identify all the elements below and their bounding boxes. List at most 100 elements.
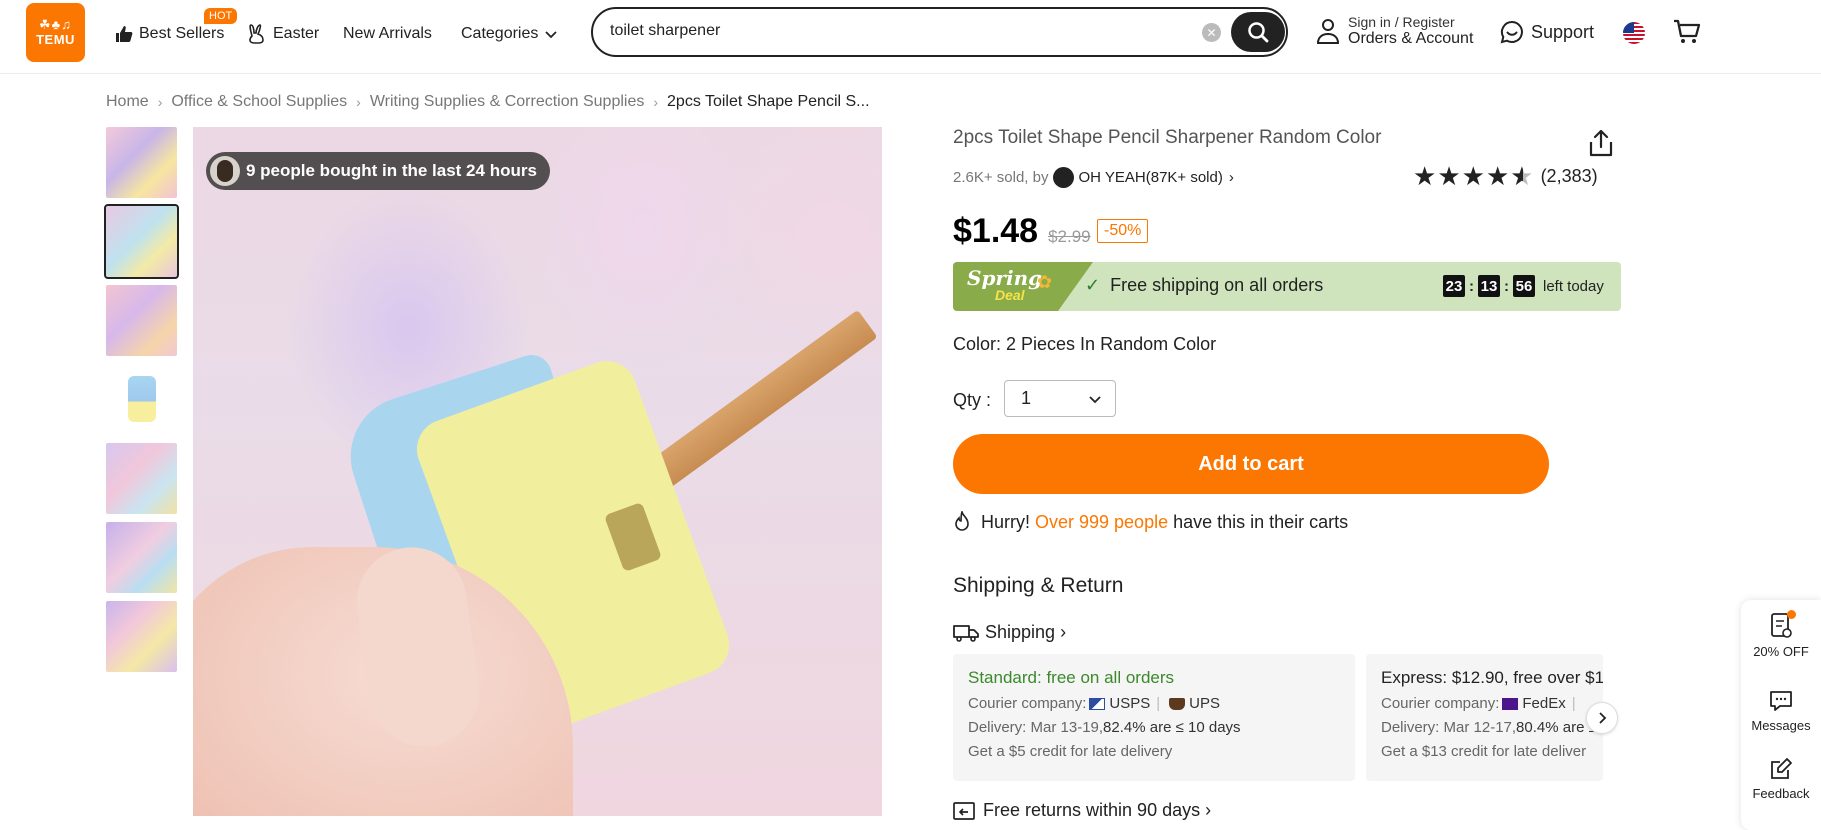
courier-row: Courier company: USPS | UPS bbox=[968, 695, 1220, 712]
messages-label: Messages bbox=[1751, 718, 1811, 733]
spring-deal-banner: Spring Deal ✿ ✓ Free shipping on all ord… bbox=[953, 262, 1621, 311]
product-thumbnail[interactable] bbox=[106, 285, 177, 356]
thumbs-up-icon bbox=[116, 26, 133, 42]
nav-easter[interactable]: Easter bbox=[246, 22, 319, 46]
delivery-dates: Delivery: Mar 12-17, bbox=[1381, 719, 1517, 736]
carrier-fedex: FedEx bbox=[1522, 695, 1566, 712]
breadcrumb-item[interactable]: Writing Supplies & Correction Supplies bbox=[370, 93, 645, 111]
nav-best-sellers[interactable]: Best Sellers bbox=[114, 22, 224, 46]
search-bar: toilet sharpener ✕ bbox=[591, 7, 1288, 57]
spring-deal-title: Spring bbox=[967, 266, 1043, 290]
hot-badge: HOT bbox=[204, 8, 238, 24]
clear-search-icon[interactable]: ✕ bbox=[1202, 23, 1221, 42]
product-thumbnail[interactable] bbox=[106, 364, 177, 435]
carrier-usps: USPS bbox=[1109, 695, 1151, 712]
nav-new-arrivals[interactable]: New Arrivals bbox=[343, 22, 432, 46]
support-link[interactable]: Support bbox=[1500, 20, 1594, 44]
coupon-button[interactable]: 20% OFF bbox=[1741, 612, 1821, 659]
product-thumbnail[interactable] bbox=[106, 522, 177, 593]
shop-link[interactable]: OH YEAH(87K+ sold) bbox=[1078, 169, 1222, 186]
feedback-label: Feedback bbox=[1752, 786, 1810, 801]
fedex-logo-icon bbox=[1502, 697, 1519, 710]
temu-logo[interactable]: ☘♣♫ TEMU bbox=[26, 3, 85, 62]
shipping-return-heading: Shipping & Return bbox=[953, 574, 1124, 597]
hurry-highlight: Over 999 people bbox=[1035, 511, 1169, 532]
best-sellers-label: Best Sellers bbox=[139, 25, 225, 42]
us-flag-icon[interactable] bbox=[1623, 22, 1645, 44]
product-thumbnail[interactable] bbox=[106, 601, 177, 672]
carrier-ups: UPS bbox=[1189, 695, 1220, 712]
delivery-row: Delivery: Mar 13-19, 82.4% are ≤ 10 days bbox=[968, 719, 1340, 736]
product-thumbnail[interactable] bbox=[106, 443, 177, 514]
free-shipping-text: Free shipping on all orders bbox=[1110, 275, 1324, 295]
star-icon: ★ bbox=[1461, 161, 1485, 191]
free-shipping-note: ✓ Free shipping on all orders bbox=[1085, 275, 1323, 296]
free-returns-link[interactable]: Free returns within 90 days › bbox=[953, 800, 1211, 821]
discount-badge: -50% bbox=[1097, 219, 1149, 243]
product-thumbnail[interactable] bbox=[106, 127, 177, 198]
late-credit-note: Get a $13 credit for late deliver bbox=[1381, 743, 1587, 760]
chevron-right-icon: › bbox=[1228, 169, 1234, 186]
timer-minutes: 13 bbox=[1478, 275, 1500, 297]
breadcrumb-separator-icon: › bbox=[157, 94, 163, 110]
breadcrumb: Home › Office & School Supplies › Writin… bbox=[106, 93, 870, 111]
search-button[interactable] bbox=[1231, 12, 1285, 52]
original-price: $2.99 bbox=[1048, 227, 1091, 246]
color-option: Color: 2 Pieces In Random Color bbox=[953, 334, 1217, 354]
chat-support-icon bbox=[1500, 20, 1523, 44]
coupon-label: 20% OFF bbox=[1753, 644, 1809, 659]
current-price: $1.48 bbox=[953, 212, 1039, 250]
truck-icon bbox=[953, 624, 979, 642]
easter-label: Easter bbox=[273, 25, 320, 42]
hurry-suffix: have this in their carts bbox=[1173, 511, 1349, 532]
half-star-icon: ★ bbox=[1510, 161, 1534, 191]
breadcrumb-item[interactable]: Home bbox=[106, 93, 149, 111]
messages-icon bbox=[1770, 691, 1792, 711]
add-to-cart-button[interactable]: Add to cart bbox=[953, 434, 1549, 494]
nav-categories[interactable]: Categories bbox=[461, 22, 558, 46]
spring-deal-subtitle: Deal bbox=[995, 287, 1025, 303]
next-shipping-option-button[interactable] bbox=[1586, 702, 1618, 734]
timer-suffix: left today bbox=[1543, 277, 1604, 295]
delivery-stat: 82.4% are ≤ 10 days bbox=[1103, 719, 1241, 736]
shipping-link[interactable]: Shipping › bbox=[953, 622, 1066, 643]
delivery-stat: 80.4% are ≤ bbox=[1516, 719, 1597, 736]
floating-side-panel: 20% OFF Messages Feedback bbox=[1741, 600, 1821, 830]
recent-buyers-badge: 9 people bought in the last 24 hours bbox=[206, 152, 550, 190]
search-input[interactable]: toilet sharpener bbox=[610, 22, 720, 40]
breadcrumb-current: 2pcs Toilet Shape Pencil S... bbox=[667, 93, 870, 110]
cart-button[interactable] bbox=[1673, 19, 1701, 50]
messages-button[interactable]: Messages bbox=[1741, 688, 1821, 733]
delivery-dates: Delivery: Mar 13-19, bbox=[968, 719, 1104, 736]
quantity-select[interactable]: 1 bbox=[1004, 380, 1116, 417]
courier-label: Courier company: bbox=[968, 695, 1087, 712]
ups-logo-icon bbox=[1169, 697, 1186, 710]
search-icon bbox=[1248, 22, 1269, 43]
star-icon: ★ bbox=[1485, 161, 1510, 191]
breadcrumb-separator-icon: › bbox=[653, 94, 659, 110]
quantity-value: 1 bbox=[1021, 388, 1032, 408]
feedback-button[interactable]: Feedback bbox=[1741, 756, 1821, 801]
sign-in-label: Sign in / Register bbox=[1348, 14, 1455, 30]
orders-account-label: Orders & Account bbox=[1348, 30, 1474, 47]
standard-shipping-card: Standard: free on all orders Courier com… bbox=[953, 654, 1355, 781]
notification-dot bbox=[1787, 610, 1796, 619]
share-button[interactable] bbox=[1588, 129, 1614, 162]
review-count: (2,383) bbox=[1540, 165, 1598, 186]
chevron-right-icon: › bbox=[1205, 800, 1212, 820]
flower-icon: ✿ bbox=[1037, 272, 1053, 292]
main-product-image[interactable]: 9 people bought in the last 24 hours bbox=[193, 127, 882, 816]
courier-label: Courier company: bbox=[1381, 695, 1500, 712]
logo-wordmark: TEMU bbox=[36, 32, 75, 47]
rating[interactable]: ★ ★ ★ ★ ★ (2,383) bbox=[1413, 163, 1598, 189]
recent-buyers-text: 9 people bought in the last 24 hours bbox=[246, 161, 537, 180]
returns-icon bbox=[953, 801, 975, 820]
chevron-right-icon: › bbox=[1060, 622, 1067, 642]
breadcrumb-item[interactable]: Office & School Supplies bbox=[171, 93, 347, 111]
shopping-cart-icon bbox=[1674, 19, 1701, 43]
top-header: ☘♣♫ TEMU Best Sellers HOT Easter New Arr… bbox=[0, 0, 1821, 74]
product-thumbnail-selected[interactable] bbox=[104, 204, 179, 279]
check-icon: ✓ bbox=[1085, 275, 1101, 295]
account-menu[interactable]: Sign in / Register Orders & Account bbox=[1316, 14, 1473, 48]
user-icon bbox=[1316, 19, 1340, 44]
